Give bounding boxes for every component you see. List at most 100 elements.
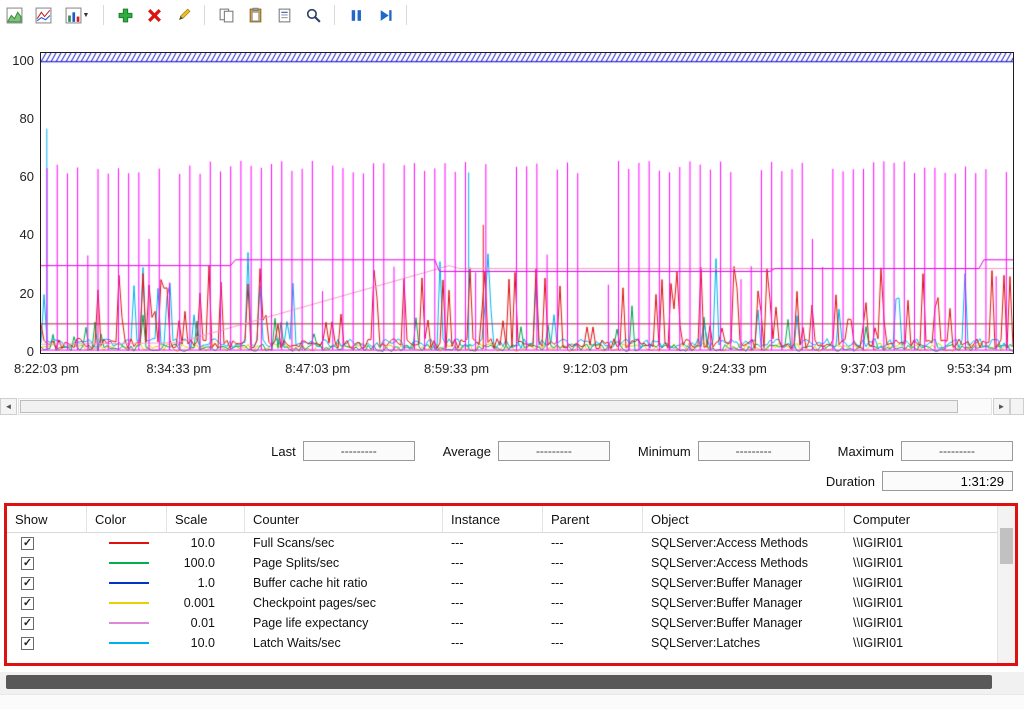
highlight-button[interactable] bbox=[171, 3, 195, 27]
column-header-scale[interactable]: Scale bbox=[167, 506, 245, 532]
counter-cell: Page life expectancy bbox=[245, 616, 443, 630]
column-header-show[interactable]: Show bbox=[7, 506, 87, 532]
counter-list-header: Show Color Scale Counter Instance Parent… bbox=[7, 506, 1015, 533]
value-bar: Last --------- Average --------- Minimum… bbox=[0, 440, 1013, 462]
scroll-right-button[interactable]: ► bbox=[993, 398, 1010, 415]
chart-horizontal-scrollbar: ◄ ► bbox=[0, 398, 1024, 415]
maximum-value-box: --------- bbox=[901, 441, 1013, 461]
object-cell: SQLServer:Buffer Manager bbox=[643, 576, 845, 590]
computer-cell: \\IGIRI01 bbox=[845, 636, 1015, 650]
area-chart-icon bbox=[6, 7, 23, 24]
parent-cell: --- bbox=[543, 616, 643, 630]
check-icon: ✓ bbox=[23, 578, 32, 589]
toolbar-separator bbox=[204, 5, 205, 25]
zoom-button[interactable] bbox=[301, 3, 325, 27]
clipboard-paste-icon bbox=[247, 7, 264, 24]
parent-cell: --- bbox=[543, 576, 643, 590]
last-value: --------- bbox=[341, 444, 377, 458]
table-row[interactable]: ✓ 0.01 Page life expectancy --- --- SQLS… bbox=[7, 613, 1015, 633]
paste-counter-list-button[interactable] bbox=[243, 3, 267, 27]
chart-plot[interactable] bbox=[40, 52, 1014, 354]
column-header-parent[interactable]: Parent bbox=[543, 506, 643, 532]
scrollbar-thumb[interactable] bbox=[1000, 528, 1013, 564]
toolbar-separator bbox=[334, 5, 335, 25]
window-horizontal-scrollbar[interactable] bbox=[0, 672, 1024, 694]
average-value-box: --------- bbox=[498, 441, 610, 461]
scrollbar-endcap bbox=[1010, 398, 1024, 415]
show-checkbox[interactable]: ✓ bbox=[21, 597, 34, 610]
show-checkbox[interactable]: ✓ bbox=[21, 617, 34, 630]
computer-cell: \\IGIRI01 bbox=[845, 556, 1015, 570]
freeze-display-button[interactable] bbox=[344, 3, 368, 27]
chart-canvas bbox=[41, 53, 1013, 353]
counter-list-vertical-scrollbar[interactable] bbox=[997, 506, 1015, 663]
y-axis-label: 80 bbox=[0, 111, 34, 126]
instance-cell: --- bbox=[443, 536, 543, 550]
chart-area: 100806040200 8:22:03 pm8:34:33 pm8:47:03… bbox=[0, 30, 1024, 398]
x-axis-label: 9:37:03 pm bbox=[841, 361, 906, 376]
x-axis-label: 8:22:03 pm bbox=[14, 361, 79, 376]
view-current-activity-button[interactable] bbox=[2, 3, 26, 27]
scrollbar-thumb[interactable] bbox=[6, 675, 992, 689]
minimum-value: --------- bbox=[736, 444, 772, 458]
performance-monitor-window: ▼ bbox=[0, 0, 1024, 709]
column-header-object[interactable]: Object bbox=[643, 506, 845, 532]
column-header-counter[interactable]: Counter bbox=[245, 506, 443, 532]
counter-cell: Full Scans/sec bbox=[245, 536, 443, 550]
check-icon: ✓ bbox=[23, 638, 32, 649]
parent-cell: --- bbox=[543, 556, 643, 570]
color-swatch bbox=[109, 562, 149, 564]
column-header-computer[interactable]: Computer bbox=[845, 506, 1015, 532]
parent-cell: --- bbox=[543, 636, 643, 650]
check-icon: ✓ bbox=[23, 598, 32, 609]
properties-button[interactable] bbox=[272, 3, 296, 27]
instance-cell: --- bbox=[443, 616, 543, 630]
table-row[interactable]: ✓ 100.0 Page Splits/sec --- --- SQLServe… bbox=[7, 553, 1015, 573]
instance-cell: --- bbox=[443, 596, 543, 610]
arrow-right-icon: ► bbox=[998, 402, 1006, 411]
minimum-value-box: --------- bbox=[698, 441, 810, 461]
table-row[interactable]: ✓ 0.001 Checkpoint pages/sec --- --- SQL… bbox=[7, 593, 1015, 613]
column-header-instance[interactable]: Instance bbox=[443, 506, 543, 532]
color-swatch bbox=[109, 542, 149, 544]
scroll-left-button[interactable]: ◄ bbox=[0, 398, 17, 415]
duration-value-box: 1:31:29 bbox=[882, 471, 1013, 491]
duration-value: 1:31:29 bbox=[961, 474, 1004, 489]
parent-cell: --- bbox=[543, 536, 643, 550]
add-counter-button[interactable] bbox=[113, 3, 137, 27]
object-cell: SQLServer:Buffer Manager bbox=[643, 596, 845, 610]
object-cell: SQLServer:Latches bbox=[643, 636, 845, 650]
show-checkbox[interactable]: ✓ bbox=[21, 637, 34, 650]
counter-cell: Buffer cache hit ratio bbox=[245, 576, 443, 590]
properties-sheet-icon bbox=[276, 7, 293, 24]
object-cell: SQLServer:Access Methods bbox=[643, 556, 845, 570]
column-header-color[interactable]: Color bbox=[87, 506, 167, 532]
maximum-label: Maximum bbox=[838, 444, 894, 459]
last-value-box: --------- bbox=[303, 441, 415, 461]
copy-properties-button[interactable] bbox=[214, 3, 238, 27]
maximum-value: --------- bbox=[939, 444, 975, 458]
update-data-button[interactable] bbox=[373, 3, 397, 27]
table-row[interactable]: ✓ 10.0 Full Scans/sec --- --- SQLServer:… bbox=[7, 533, 1015, 553]
table-row[interactable]: ✓ 10.0 Latch Waits/sec --- --- SQLServer… bbox=[7, 633, 1015, 653]
last-label: Last bbox=[271, 444, 296, 459]
change-graph-type-button[interactable]: ▼ bbox=[60, 3, 94, 27]
scale-cell: 10.0 bbox=[175, 536, 215, 550]
computer-cell: \\IGIRI01 bbox=[845, 616, 1015, 630]
table-row[interactable]: ✓ 1.0 Buffer cache hit ratio --- --- SQL… bbox=[7, 573, 1015, 593]
object-cell: SQLServer:Buffer Manager bbox=[643, 616, 845, 630]
toolbar-separator bbox=[103, 5, 104, 25]
average-value: --------- bbox=[536, 444, 572, 458]
show-checkbox[interactable]: ✓ bbox=[21, 537, 34, 550]
counter-cell: Page Splits/sec bbox=[245, 556, 443, 570]
check-icon: ✓ bbox=[23, 558, 32, 569]
show-checkbox[interactable]: ✓ bbox=[21, 557, 34, 570]
view-log-data-button[interactable] bbox=[31, 3, 55, 27]
copy-icon bbox=[218, 7, 235, 24]
scrollbar-track[interactable] bbox=[18, 398, 992, 415]
show-checkbox[interactable]: ✓ bbox=[21, 577, 34, 590]
duration-bar: Duration 1:31:29 bbox=[0, 470, 1013, 492]
delete-counter-button[interactable] bbox=[142, 3, 166, 27]
y-axis-label: 40 bbox=[0, 227, 34, 242]
scrollbar-thumb[interactable] bbox=[20, 400, 958, 413]
